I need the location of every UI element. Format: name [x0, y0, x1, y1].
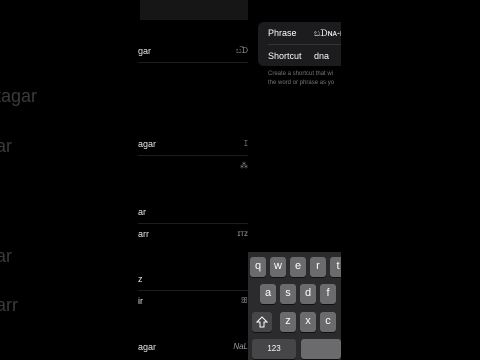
numbers-key[interactable]: 123 — [252, 339, 296, 359]
list-item-label: ar — [138, 207, 147, 217]
key-s[interactable]: s — [280, 284, 296, 304]
shortcut-label: Shortcut — [268, 51, 302, 61]
key-t[interactable]: t — [330, 257, 341, 277]
list-item-label: agar — [138, 342, 157, 352]
list-item-value: ಬ͡ᗪ — [235, 46, 248, 55]
key-z[interactable]: z — [280, 312, 296, 332]
list-item-value: ꕯ — [243, 139, 248, 148]
list-item-label: z — [138, 274, 143, 284]
key-q[interactable]: q — [250, 257, 266, 277]
shift-key[interactable] — [252, 312, 272, 332]
divider — [138, 62, 248, 63]
list-item-label: arr — [138, 229, 149, 239]
help-text-line: Create a shortcut that wi — [268, 71, 334, 77]
phrase-label: Phrase — [268, 28, 297, 38]
list-item[interactable]: agar ꕯ — [138, 133, 248, 155]
help-text-line: the word or phrase as yo — [268, 80, 335, 86]
key-e[interactable]: e — [290, 257, 306, 277]
list-item-value: NaL — [233, 342, 248, 351]
space-key[interactable] — [301, 339, 341, 359]
list-item-value: ⁂ — [240, 161, 248, 170]
list-item-label: ir — [138, 296, 143, 306]
key-f[interactable]: f — [320, 284, 336, 304]
list-item[interactable]: ir ꕥ — [138, 290, 248, 312]
background-word: ar — [0, 246, 13, 266]
list-top-bar — [140, 0, 248, 20]
on-screen-keyboard: q w e r t a s d f z x c 123 — [248, 252, 341, 360]
list-item-value: ɪᴛᴢ — [237, 229, 248, 238]
list-item[interactable]: arr ɪᴛᴢ — [138, 223, 248, 245]
shortcut-row[interactable]: Shortcut dna — [258, 45, 341, 66]
key-c[interactable]: c — [320, 312, 336, 332]
background-word: tagar — [0, 86, 38, 106]
list-item[interactable]: ⁂ — [138, 155, 248, 177]
list-item-value: ꕥ — [240, 296, 248, 305]
background-word: ar — [0, 136, 13, 156]
list-item[interactable]: gar ಬ͡ᗪ — [138, 40, 248, 62]
list-item[interactable]: agar NaL — [138, 336, 248, 358]
phrase-field[interactable]: ಬᗪɴᴀ-ʜ — [314, 28, 341, 39]
shift-icon — [255, 316, 269, 328]
list-item-label: agar — [138, 139, 157, 149]
help-text: Create a shortcut that wi the word or ph… — [268, 70, 341, 88]
text-replacement-form: Phrase ಬᗪɴᴀ-ʜ Shortcut dna — [258, 22, 341, 66]
list-item-label: gar — [138, 46, 152, 56]
background-word: arr — [0, 295, 18, 315]
key-w[interactable]: w — [270, 257, 286, 277]
key-x[interactable]: x — [300, 312, 316, 332]
list-item[interactable]: z — [138, 268, 248, 290]
key-r[interactable]: r — [310, 257, 326, 277]
shortcut-field[interactable]: dna — [314, 51, 329, 61]
key-d[interactable]: d — [300, 284, 316, 304]
key-a[interactable]: a — [260, 284, 276, 304]
list-item[interactable]: ar — [138, 201, 248, 223]
phrase-row[interactable]: Phrase ಬᗪɴᴀ-ʜ — [258, 22, 341, 44]
